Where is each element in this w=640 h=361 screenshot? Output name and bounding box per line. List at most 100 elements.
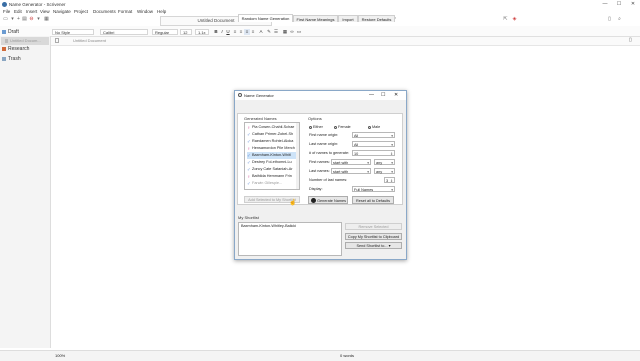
radio-male[interactable]: Male	[368, 125, 380, 130]
maximize-button[interactable]: ☐	[612, 0, 626, 8]
list-item[interactable]: ♂ Raedamen Rohtel-Aloka	[247, 138, 293, 145]
text-color-icon[interactable]: A	[258, 29, 264, 35]
menu-view[interactable]: View	[40, 8, 50, 15]
last-names-mode-select[interactable]: start with ▾	[331, 168, 371, 174]
list-item-selected[interactable]: ♂ Baxmham-Kinton-Whitl	[247, 152, 297, 159]
last-name-origin-select[interactable]: All ▾	[352, 141, 395, 147]
add-icon[interactable]: +	[16, 17, 21, 22]
binder-item-untitled-document[interactable]: Untitled Docum...	[1, 37, 49, 45]
binder-item-research[interactable]: Research	[2, 45, 48, 53]
line-spacing-select[interactable]: 1.1x	[195, 29, 209, 35]
options-label: Options	[308, 116, 322, 121]
list-item[interactable]: ♂ Farwin Gillespie...	[247, 180, 282, 187]
generated-names-label: Generated Names	[244, 116, 277, 121]
chevron-down-icon: ▾	[367, 161, 369, 165]
reset-defaults-button[interactable]: Reset all to Defaults	[352, 196, 394, 204]
dialog-close-button[interactable]: ✕	[394, 92, 398, 98]
menu-project[interactable]: Project	[74, 8, 88, 15]
inspector-toggle-icon[interactable]: ▯	[607, 17, 612, 22]
last-names-label: Last names:	[309, 169, 330, 173]
list-icon[interactable]: ☰	[273, 29, 279, 35]
first-names-mode-select[interactable]: start with ▾	[331, 159, 371, 165]
list-item[interactable]: ♂ Destrey Fol-ethomni-Lu	[247, 159, 292, 166]
editor-header: Untitled Document ▯	[51, 37, 640, 46]
highlight-icon[interactable]: ✎	[266, 29, 272, 35]
binder-toggle-icon[interactable]: ▭	[3, 17, 8, 22]
justify-icon[interactable]: ≡	[250, 29, 256, 35]
remove-selected-button[interactable]: Remove Selected	[345, 223, 402, 230]
menu-window[interactable]: Window	[137, 8, 153, 15]
first-name-origin-label: First name origin:	[309, 133, 339, 137]
female-icon: ♀	[247, 124, 251, 130]
last-names-letter-select[interactable]: any ▾	[374, 168, 395, 174]
list-item[interactable]: Baxmham-Kinton-Whitley-Balicki	[241, 224, 296, 228]
minimize-button[interactable]: —	[598, 0, 612, 8]
zoom-level[interactable]: 100%	[55, 353, 65, 358]
send-shortlist-button[interactable]: Send Shortlist to... ▾	[345, 242, 402, 249]
window-title: Name Generator - Scrivener	[9, 1, 66, 7]
font-select[interactable]: Calibri	[100, 29, 148, 35]
list-scrollbar[interactable]	[296, 123, 299, 189]
copy-shortlist-button[interactable]: Copy My Shortlist to Clipboard	[345, 233, 402, 240]
binder-sidebar	[0, 36, 51, 348]
bookmark-icon[interactable]: ⇱	[503, 17, 508, 22]
image-icon[interactable]: ▭	[296, 29, 302, 35]
dropdown-icon[interactable]: ▾	[10, 17, 15, 22]
menu-insert[interactable]: Insert	[26, 8, 37, 15]
list-item[interactable]: ♀ Bathilda Hemmann Frin	[247, 173, 292, 180]
radio-dot	[368, 125, 371, 129]
num-last-names-stepper[interactable]: 3 ⇕	[384, 177, 395, 183]
generate-icon	[311, 198, 316, 203]
target-icon[interactable]: ◈	[512, 17, 517, 22]
tab-random-name-generation[interactable]: Random Name Generation	[238, 14, 293, 22]
radio-female[interactable]: Female	[334, 125, 351, 130]
folder-icon[interactable]: ▤	[22, 17, 27, 22]
num-last-names-label: Number of last names:	[309, 178, 348, 182]
num-names-stepper[interactable]: 10 ⇕	[352, 150, 395, 156]
font-weight-select[interactable]: Regular	[152, 29, 178, 35]
menu-file[interactable]: File	[3, 8, 10, 15]
menu-documents[interactable]: Documents	[93, 8, 116, 15]
generate-names-button[interactable]: Generate Names	[308, 196, 348, 204]
menu-help[interactable]: Help	[157, 8, 166, 15]
dialog-maximize-button[interactable]: ☐	[381, 92, 385, 98]
display-select[interactable]: Full Names ▾	[352, 186, 395, 192]
binder-item-trash[interactable]: Trash	[2, 55, 48, 63]
tab-first-name-meanings[interactable]: First Name Meanings	[293, 15, 338, 22]
compile-icon[interactable]: ▦	[44, 17, 49, 22]
first-name-origin-select[interactable]: All ▾	[352, 132, 395, 138]
search-icon[interactable]: ⌕	[617, 17, 622, 22]
shortlist-list[interactable]: Baxmham-Kinton-Whitley-Balicki	[238, 222, 342, 256]
first-names-letter-select[interactable]: any ▾	[374, 159, 395, 165]
radio-dot	[309, 125, 312, 129]
binder-item-draft[interactable]: Draft	[2, 28, 48, 36]
font-size-select[interactable]: 12	[180, 29, 192, 35]
radio-either[interactable]: Either	[309, 125, 323, 130]
menu-navigate[interactable]: Navigate	[53, 8, 71, 15]
female-icon: ♀	[247, 173, 251, 179]
stepper-icon[interactable]: ⇕	[390, 151, 393, 157]
menu-edit[interactable]: Edit	[14, 8, 22, 15]
list-item[interactable]: ♀ Pia Cowen-Chahil-Schae	[247, 124, 294, 131]
document-icon	[5, 38, 8, 43]
style-select[interactable]: No Style	[52, 29, 94, 35]
dialog-minimize-button[interactable]: —	[369, 92, 374, 98]
radio-dot	[334, 125, 337, 129]
menu-format[interactable]: Format	[118, 8, 132, 15]
list-item[interactable]: ♀ Hensamordon Pile Merch	[247, 145, 295, 152]
tab-restore-defaults[interactable]: Restore Defaults	[358, 15, 395, 22]
close-button[interactable]: ✕	[626, 0, 640, 8]
link-icon[interactable]: ∞	[289, 29, 295, 35]
split-view-icon[interactable]: ▯	[629, 37, 632, 43]
table-icon[interactable]: ▦	[282, 29, 288, 35]
male-icon: ♂	[247, 159, 251, 165]
list-item[interactable]: ♂ Cathan Primer-Zobel-Sh	[247, 131, 293, 138]
generated-names-list[interactable]: ♀ Pia Cowen-Chahil-Schae ♂ Cathan Primer-Z…	[244, 122, 300, 190]
stepper-icon[interactable]: ⇕	[390, 178, 393, 184]
status-bar: 100% 0 words	[0, 350, 640, 361]
dropdown-icon[interactable]: ▾	[36, 17, 41, 22]
delete-icon[interactable]: ⊖	[29, 17, 34, 22]
tab-import[interactable]: Import	[338, 15, 358, 22]
list-item[interactable]: ♂ Zoncy Cate Sataniah-Ar	[247, 166, 293, 173]
underline-button[interactable]: U	[225, 29, 231, 35]
